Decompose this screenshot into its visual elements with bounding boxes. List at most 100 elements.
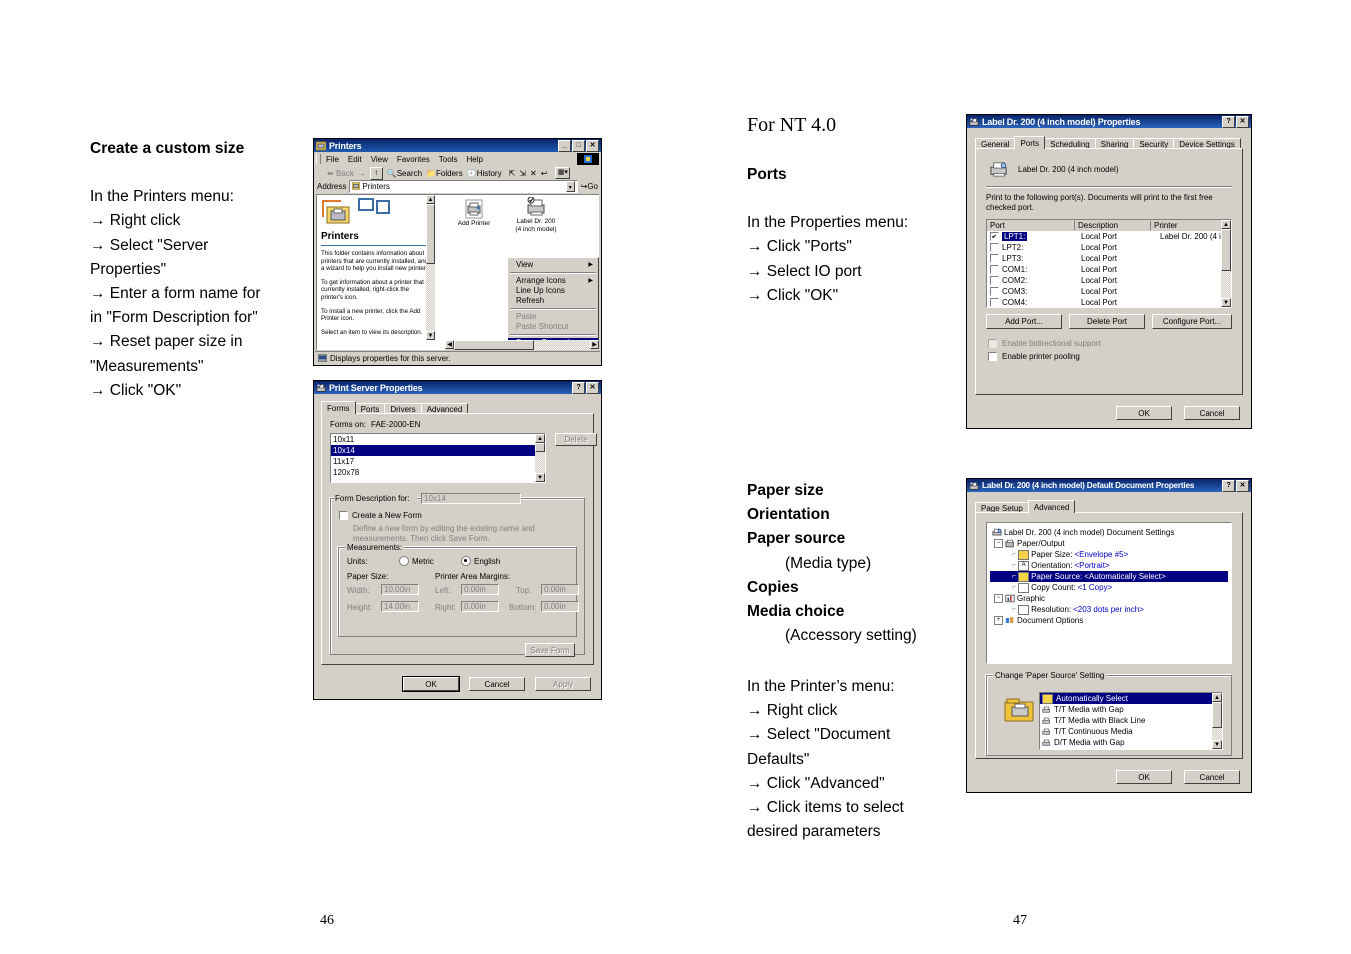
context-menu-item-refresh[interactable]: Refresh xyxy=(508,296,598,306)
apply-button[interactable]: Apply xyxy=(535,677,591,691)
sidebar-scroll-thumb[interactable] xyxy=(426,204,435,264)
table-row[interactable]: COM2: Local Port xyxy=(987,275,1231,286)
menu-view[interactable]: View xyxy=(371,155,388,164)
ports-action-buttons[interactable]: Add Port... Delete Port Configure Port..… xyxy=(986,314,1232,329)
tab-advanced-selected[interactable]: Advanced xyxy=(1027,500,1076,513)
configure-port-button[interactable]: Configure Port... xyxy=(1152,314,1232,329)
delete-port-button[interactable]: Delete Port xyxy=(1069,314,1145,329)
tab-forms[interactable]: Forms xyxy=(321,401,356,414)
col-printer[interactable]: Printer xyxy=(1151,221,1231,230)
tree-node-document-options[interactable]: + Document Options xyxy=(990,615,1228,626)
top-margin-input[interactable]: 0.00in xyxy=(541,584,579,595)
table-row[interactable]: COM3: Local Port xyxy=(987,286,1231,297)
row-checkbox-lpt1[interactable] xyxy=(990,232,999,241)
tree-node-paper-output[interactable]: − Paper/Output xyxy=(990,538,1228,549)
maximize-button[interactable]: □ xyxy=(572,139,585,152)
delete-icon[interactable]: ✕ xyxy=(530,169,537,178)
help-button-doc[interactable]: ? xyxy=(1222,479,1235,492)
items-hscrollbar[interactable]: ◀ ▶ xyxy=(445,340,599,350)
form-list-item-0[interactable]: 10x11 xyxy=(331,434,545,445)
tree-node-orientation[interactable]: ⌐ A Orientation: <Portrait> xyxy=(990,560,1228,571)
ports-dialog-window-controls[interactable]: ? ✕ xyxy=(1222,115,1249,128)
address-input[interactable]: Printers ▾ xyxy=(349,179,578,193)
expander-plus-document-options[interactable]: + xyxy=(994,616,1003,625)
server-props-footer[interactable]: OK Cancel Apply xyxy=(403,677,591,691)
views-icon[interactable]: ▦▾ xyxy=(555,167,571,179)
doc-dialog-footer[interactable]: OK Cancel xyxy=(1116,770,1240,784)
row-checkbox-lpt2[interactable] xyxy=(990,243,999,252)
bottom-margin-input[interactable]: 0.00in xyxy=(541,601,579,612)
close-button[interactable]: ✕ xyxy=(586,139,599,152)
table-row[interactable]: LPT1: Local Port Label Dr. 200 (4 in.. xyxy=(987,231,1231,242)
printers-titlebar[interactable]: Printers _ □ ✕ xyxy=(314,139,601,152)
hscroll-thumb[interactable] xyxy=(454,340,534,350)
cancel-button[interactable]: Cancel xyxy=(469,677,525,691)
expander-minus-graphic[interactable]: − xyxy=(994,594,1003,603)
context-menu-item-arrange-icons[interactable]: Arrange Icons ▶ xyxy=(508,276,598,286)
paper-source-options-list[interactable]: Automatically Select T/T Media with Gap … xyxy=(1039,692,1223,750)
help-button[interactable]: ? xyxy=(572,381,585,394)
ports-scroll-up[interactable]: ▲ xyxy=(1221,220,1231,229)
form-list-scroll-thumb[interactable] xyxy=(535,443,545,452)
row-checkbox-lpt3[interactable] xyxy=(990,254,999,263)
context-menu-item-view[interactable]: View ▶ xyxy=(508,260,598,270)
item-label-dr-200[interactable]: Label Dr. 200 (4 inch model) xyxy=(505,197,567,233)
history-button[interactable]: 🕘History xyxy=(467,169,502,178)
ports-scroll-down[interactable]: ▼ xyxy=(1221,298,1231,307)
search-button[interactable]: 🔍Search xyxy=(387,169,422,178)
context-menu-item-line-up-icons[interactable]: Line Up Icons xyxy=(508,286,598,296)
save-form-button[interactable]: Save Form xyxy=(525,643,575,657)
row-checkbox-com2[interactable] xyxy=(990,276,999,285)
cancel-button-doc[interactable]: Cancel xyxy=(1184,770,1240,784)
left-margin-input[interactable]: 0.00in xyxy=(461,584,499,595)
enable-pooling-row[interactable]: Enable printer pooling xyxy=(988,352,1080,361)
tree-node-resolution[interactable]: ⌐ Resolution: <203 dots per inch> xyxy=(990,604,1228,615)
table-row[interactable]: LPT2: Local Port xyxy=(987,242,1231,253)
tree-root[interactable]: Label Dr. 200 (4 inch model) Document Se… xyxy=(990,527,1228,538)
context-menu[interactable]: View ▶ Arrange Icons ▶ Line Up Icons Refre… xyxy=(507,257,599,350)
print-server-properties-dialog[interactable]: Print Server Properties ? ✕ Forms Ports … xyxy=(313,380,602,700)
server-props-titlebar[interactable]: Print Server Properties ? ✕ xyxy=(314,381,601,394)
up-button[interactable]: ↑ xyxy=(369,166,383,180)
sidebar-scroll-up[interactable]: ▲ xyxy=(426,195,435,204)
table-row[interactable]: LPT3: Local Port xyxy=(987,253,1231,264)
options-scroll-up[interactable]: ▲ xyxy=(1212,693,1222,702)
document-settings-tree[interactable]: Label Dr. 200 (4 inch model) Document Se… xyxy=(986,522,1232,664)
delete-form-button[interactable]: Delete xyxy=(555,433,597,446)
cancel-button-ports[interactable]: Cancel xyxy=(1184,406,1240,420)
units-metric-option[interactable]: Metric xyxy=(399,556,434,566)
printers-window-controls[interactable]: _ □ ✕ xyxy=(558,139,599,152)
tree-node-copy-count[interactable]: ⌐ Copy Count: <1 Copy> xyxy=(990,582,1228,593)
right-margin-input[interactable]: 0.00in xyxy=(461,601,499,612)
copy-to-icon[interactable]: ⇲ xyxy=(519,169,526,178)
item-add-printer[interactable]: Add Printer xyxy=(451,199,497,227)
expander-minus-paper-output[interactable]: − xyxy=(994,539,1003,548)
forward-button[interactable]: → xyxy=(358,169,366,178)
sidebar-scrollbar[interactable]: ▲ ▼ xyxy=(426,195,435,340)
doc-dialog-window-controls[interactable]: ? ✕ xyxy=(1222,479,1249,492)
option-automatically-select[interactable]: Automatically Select xyxy=(1040,693,1222,704)
doc-dialog-titlebar[interactable]: Label Dr. 200 (4 inch model) Default Doc… xyxy=(967,479,1251,492)
printers-window[interactable]: Printers _ □ ✕ File Edit View Favorites … xyxy=(313,138,602,366)
ports-listview[interactable]: Port Description Printer LPT1: Local Por… xyxy=(986,219,1232,308)
printers-items-pane[interactable]: Add Printer Label Dr. 200 (4 inch model) xyxy=(445,195,599,350)
menu-tools[interactable]: Tools xyxy=(439,155,458,164)
menu-edit[interactable]: Edit xyxy=(348,155,362,164)
close-button-ports[interactable]: ✕ xyxy=(1236,115,1249,128)
add-port-button[interactable]: Add Port... xyxy=(986,314,1062,329)
table-row[interactable]: COM4: Local Port xyxy=(987,297,1231,307)
back-button[interactable]: ⬅ Back xyxy=(327,169,354,178)
ports-scroll-thumb[interactable] xyxy=(1221,229,1231,271)
create-new-form-row[interactable]: Create a New Form xyxy=(339,511,422,520)
form-list-scrollbar[interactable]: ▲ ▼ xyxy=(535,434,545,482)
row-checkbox-com1[interactable] xyxy=(990,265,999,274)
create-new-form-checkbox[interactable] xyxy=(339,511,348,520)
go-button[interactable]: ↪Go xyxy=(581,182,598,191)
hscroll-left[interactable]: ◀ xyxy=(445,340,454,349)
width-input[interactable]: 10.00in xyxy=(381,584,419,595)
printers-menubar[interactable]: File Edit View Favorites Tools Help xyxy=(314,153,601,166)
table-row[interactable]: COM1: Local Port xyxy=(987,264,1231,275)
form-list-item-3[interactable]: 120x78 xyxy=(331,467,545,478)
form-list-scroll-up[interactable]: ▲ xyxy=(535,434,545,443)
tree-node-paper-source[interactable]: ⌐ Paper Source: <Automatically Select> xyxy=(990,571,1228,582)
